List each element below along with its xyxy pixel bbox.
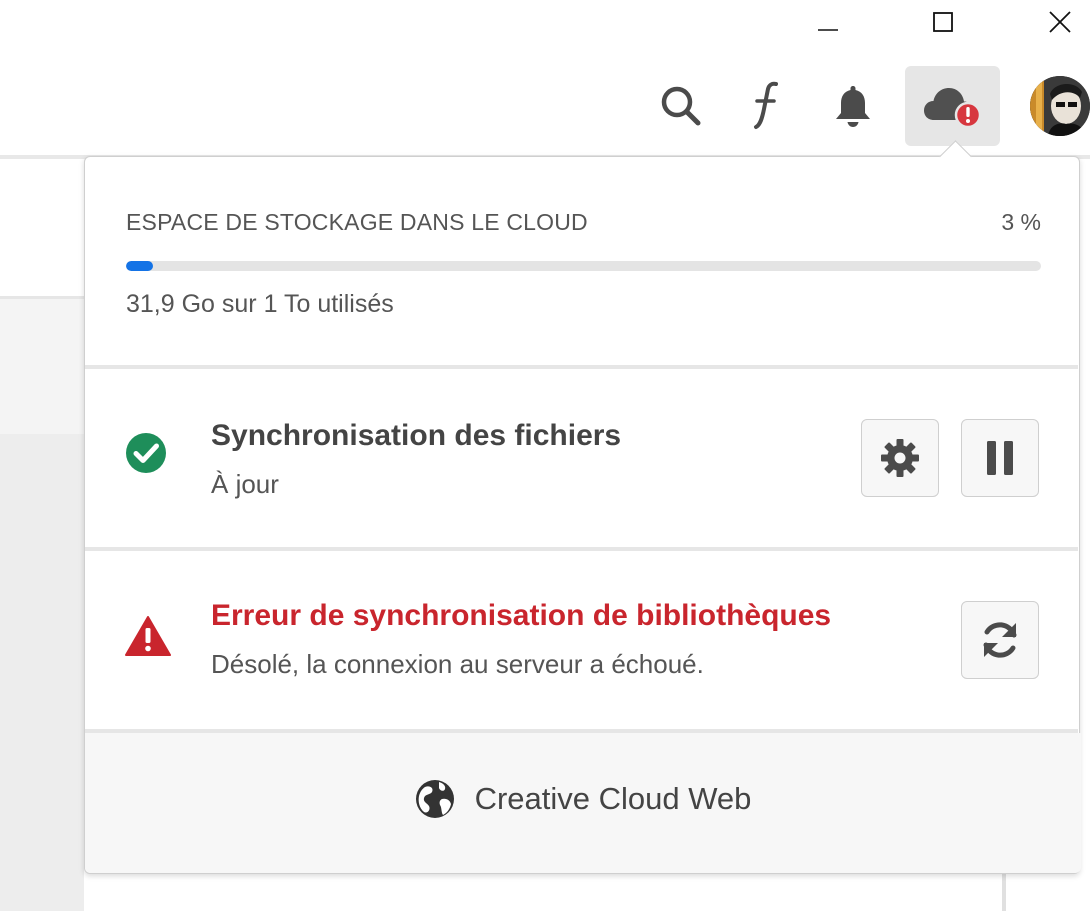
storage-section: ESPACE DE STOCKAGE DANS LE CLOUD 3 % 31,…	[85, 157, 1081, 365]
check-circle-icon	[126, 433, 166, 473]
background-scrollbar	[1002, 870, 1006, 911]
fonts-icon	[754, 81, 778, 129]
search-button[interactable]	[634, 66, 728, 146]
background-sidebar	[0, 434, 84, 911]
creative-cloud-web-label: Creative Cloud Web	[474, 781, 752, 816]
bell-icon	[836, 86, 870, 127]
storage-progress-bar	[126, 261, 1041, 271]
cloud-status-button[interactable]	[905, 66, 1000, 146]
minimize-button[interactable]	[800, 0, 856, 44]
globe-icon	[415, 780, 454, 818]
library-sync-error-title: Erreur de synchronisation de bibliothèqu…	[211, 599, 832, 632]
maximize-icon	[933, 12, 953, 32]
background-panel	[0, 296, 84, 440]
close-button[interactable]	[1032, 0, 1088, 44]
retry-sync-button[interactable]	[961, 601, 1039, 679]
library-sync-error-message: Désolé, la connexion au serveur a échoué…	[211, 649, 704, 679]
user-avatar[interactable]	[1030, 76, 1090, 136]
search-icon	[661, 86, 701, 126]
avatar-image	[1030, 76, 1090, 136]
gear-icon	[881, 439, 919, 477]
storage-used-label: 31,9 Go sur 1 To utilisés	[126, 290, 394, 318]
creative-cloud-web-link[interactable]: Creative Cloud Web	[85, 733, 1081, 873]
storage-title: ESPACE DE STOCKAGE DANS LE CLOUD	[126, 209, 588, 235]
cloud-error-icon	[923, 88, 981, 128]
storage-progress-fill	[126, 261, 154, 271]
file-sync-section: Synchronisation des fichiers À jour	[85, 369, 1081, 547]
sync-settings-button[interactable]	[861, 419, 939, 497]
notifications-button[interactable]	[806, 66, 900, 146]
refresh-icon	[983, 622, 1017, 658]
sync-pause-button[interactable]	[961, 419, 1039, 497]
storage-percent: 3 %	[1001, 209, 1041, 235]
file-sync-status: À jour	[211, 469, 279, 499]
pause-icon	[987, 441, 1013, 475]
maximize-button[interactable]	[915, 0, 971, 44]
warning-icon	[125, 616, 171, 656]
file-sync-title: Synchronisation des fichiers	[211, 419, 622, 452]
library-sync-section: Erreur de synchronisation de bibliothèqu…	[85, 551, 1081, 729]
fonts-button[interactable]	[717, 66, 811, 146]
close-icon	[1049, 11, 1071, 33]
minimize-icon	[818, 29, 838, 31]
cloud-status-popover: ESPACE DE STOCKAGE DANS LE CLOUD 3 % 31,…	[84, 140, 1081, 874]
